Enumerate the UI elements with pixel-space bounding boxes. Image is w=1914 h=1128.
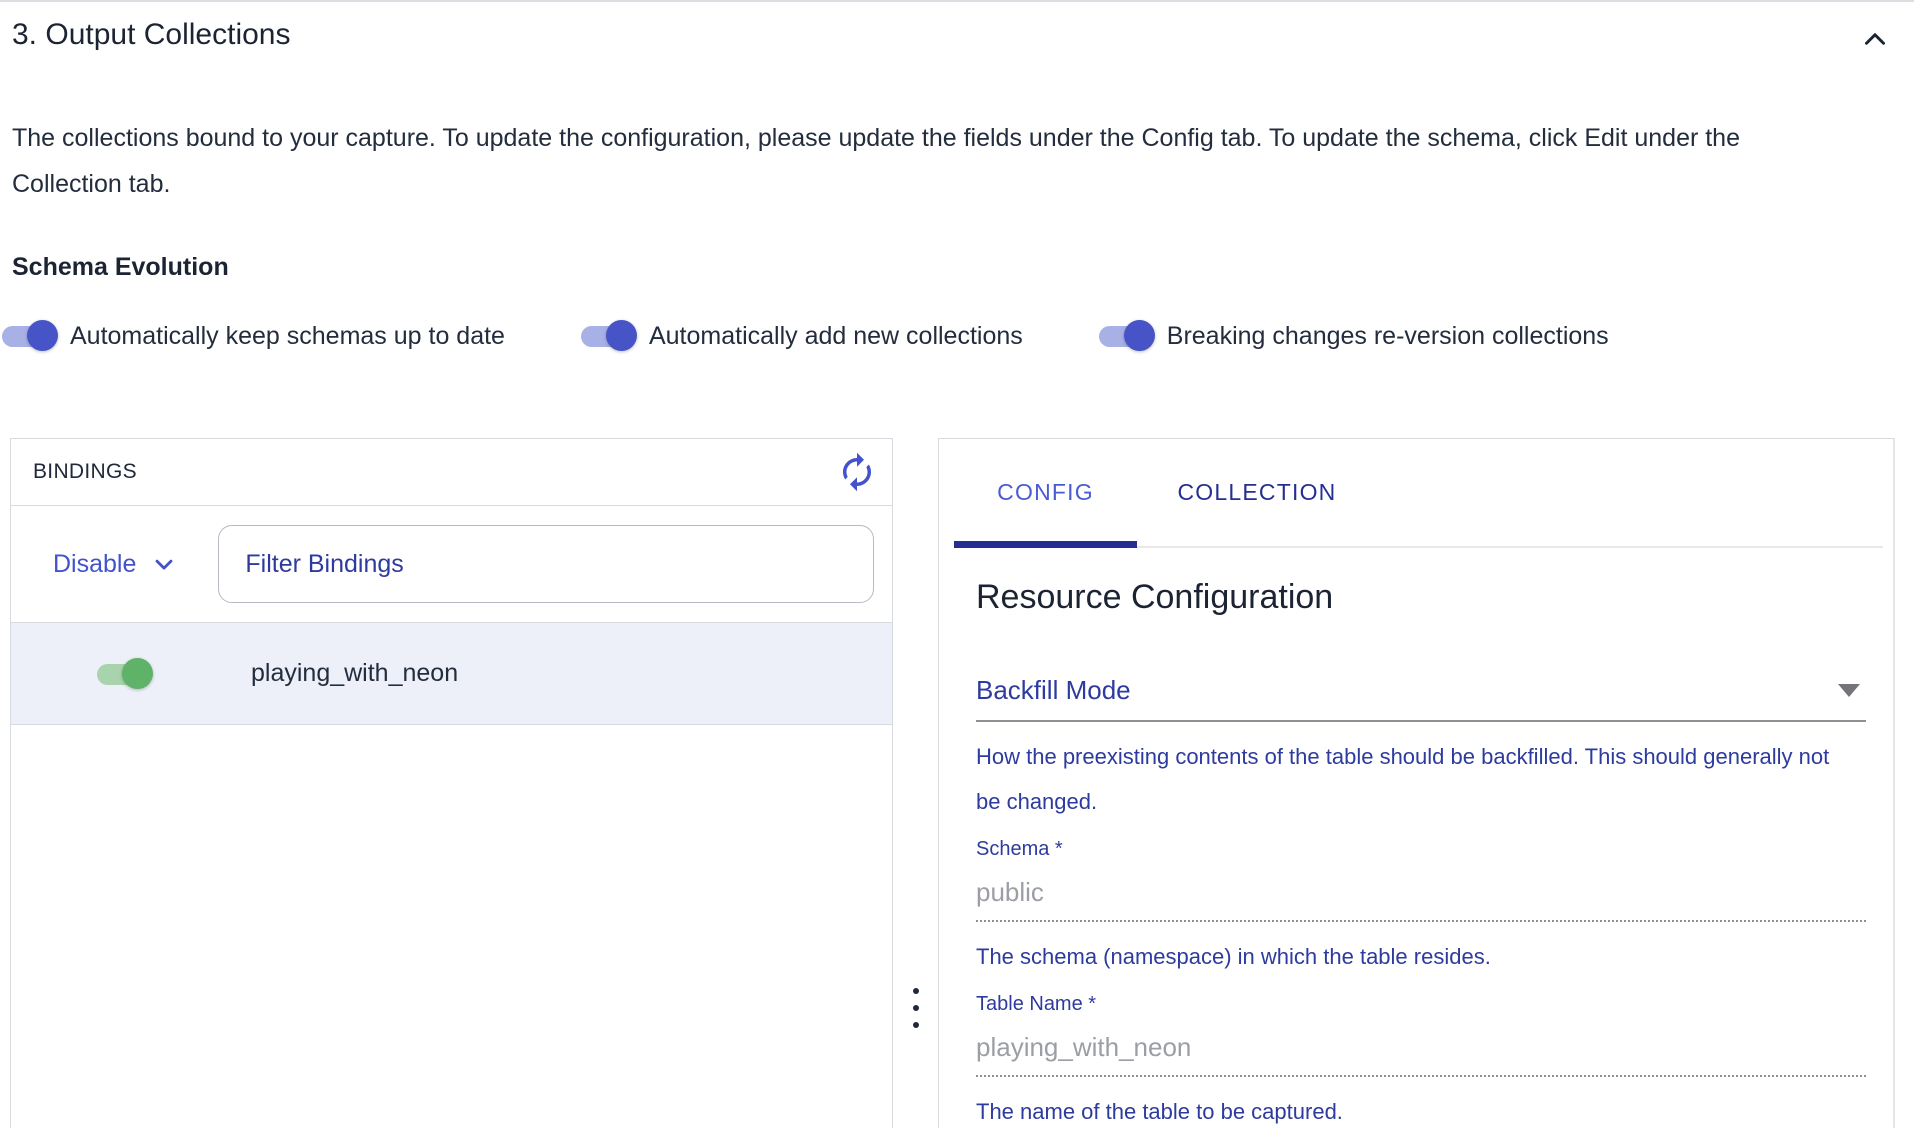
bindings-panel: BINDINGS Disable playing_with_neon — [10, 438, 893, 1128]
breaking-changes-switch[interactable] — [1097, 320, 1155, 352]
resource-config-heading: Resource Configuration — [976, 578, 1866, 617]
switch-thumb — [27, 320, 58, 351]
refresh-icon — [836, 451, 878, 493]
chevron-up-icon — [1858, 22, 1892, 56]
resource-configuration-form: Resource Configuration Backfill Mode How… — [939, 548, 1893, 1128]
keep-schemas-switch[interactable] — [0, 320, 58, 352]
schema-field-description: The schema (namespace) in which the tabl… — [976, 934, 1856, 979]
section-description: The collections bound to your capture. T… — [12, 115, 1782, 207]
filter-bindings-input[interactable] — [218, 525, 874, 603]
toggle-keep-schemas: Automatically keep schemas up to date — [0, 320, 505, 352]
disable-dropdown-label: Disable — [53, 550, 136, 579]
bindings-workspace: BINDINGS Disable playing_with_neon — [10, 438, 1914, 1128]
toggle-label: Automatically keep schemas up to date — [70, 322, 505, 351]
backfill-mode-select[interactable]: Backfill Mode — [976, 675, 1866, 722]
config-panel: CONFIG COLLECTION Resource Configuration… — [938, 438, 1895, 1128]
section-header: 3. Output Collections — [0, 2, 1914, 59]
collapse-section-button[interactable] — [1858, 22, 1892, 59]
switch-thumb — [1124, 320, 1155, 351]
drag-handle-icon — [913, 988, 919, 1028]
config-panel-tabs: CONFIG COLLECTION — [954, 439, 1883, 548]
disable-dropdown[interactable]: Disable — [53, 550, 178, 579]
bindings-title: BINDINGS — [33, 460, 137, 484]
table-name-field-label: Table Name * — [976, 993, 1866, 1016]
chevron-down-icon — [150, 550, 178, 578]
schema-evolution-toggles: Automatically keep schemas up to date Au… — [0, 320, 1914, 352]
panel-resize-handle[interactable] — [893, 438, 938, 1128]
refresh-bindings-button[interactable] — [836, 451, 878, 493]
backfill-mode-description: How the preexisting contents of the tabl… — [976, 734, 1856, 824]
section-title: 3. Output Collections — [12, 18, 290, 52]
schema-evolution-heading: Schema Evolution — [12, 253, 1914, 282]
table-name-input: playing_with_neon — [976, 1032, 1866, 1077]
binding-enabled-switch[interactable] — [95, 658, 153, 690]
toggle-breaking-changes: Breaking changes re-version collections — [1097, 320, 1609, 352]
bindings-panel-header: BINDINGS — [11, 439, 892, 506]
switch-thumb — [606, 320, 637, 351]
bindings-toolbar: Disable — [11, 506, 892, 623]
binding-row[interactable]: playing_with_neon — [11, 623, 892, 725]
toggle-add-collections: Automatically add new collections — [579, 320, 1023, 352]
schema-input: public — [976, 877, 1866, 922]
caret-down-icon — [1838, 684, 1860, 697]
backfill-mode-label: Backfill Mode — [976, 675, 1131, 706]
toggle-label: Breaking changes re-version collections — [1167, 322, 1609, 351]
add-collections-switch[interactable] — [579, 320, 637, 352]
binding-name: playing_with_neon — [251, 659, 458, 688]
tab-collection[interactable]: COLLECTION — [1137, 439, 1377, 546]
switch-thumb — [122, 658, 153, 689]
table-name-field-description: The name of the table to be captured. — [976, 1089, 1856, 1128]
schema-field-label: Schema * — [976, 838, 1866, 861]
tab-config[interactable]: CONFIG — [954, 439, 1137, 546]
toggle-label: Automatically add new collections — [649, 322, 1023, 351]
